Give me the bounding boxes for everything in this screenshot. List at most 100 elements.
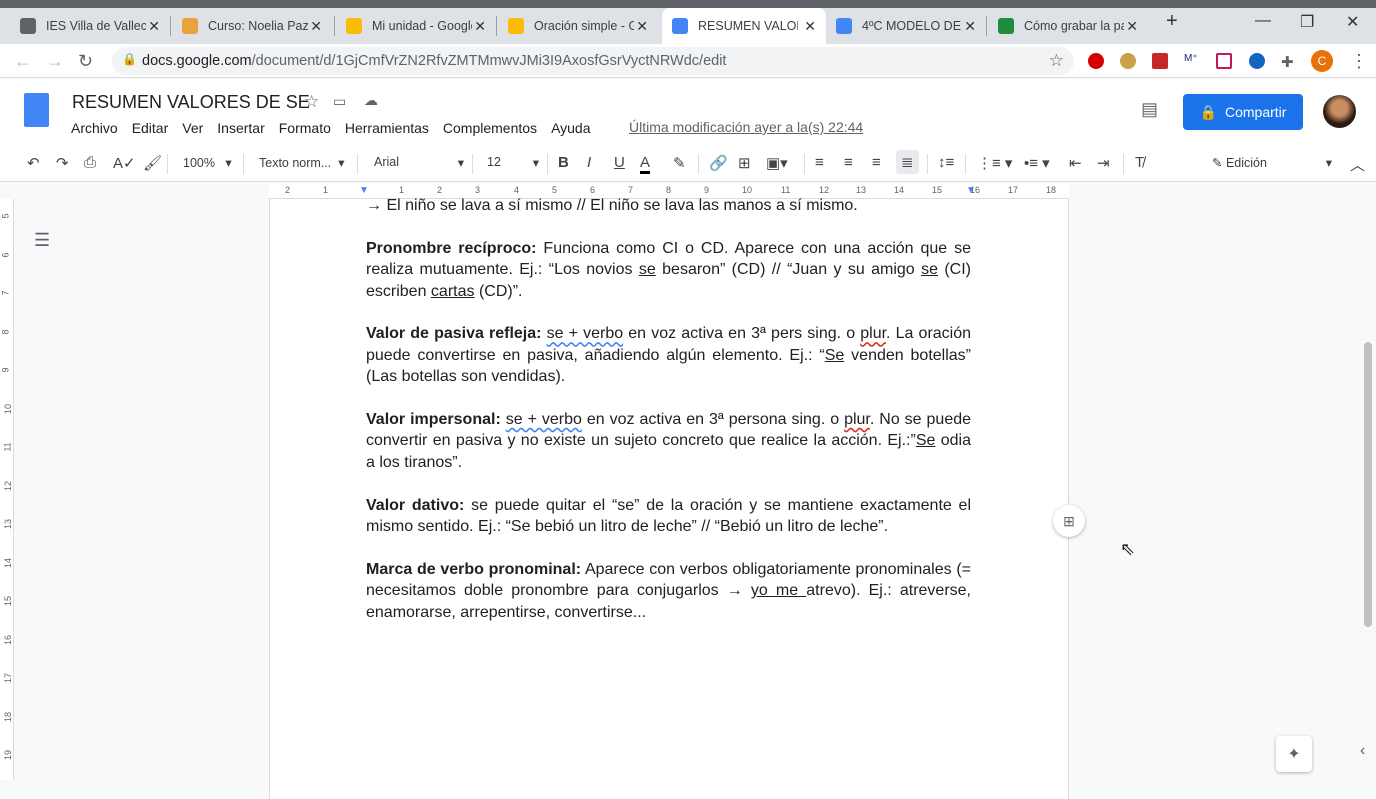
extension-icon[interactable] (1249, 53, 1265, 69)
ruler-mark: 12 (819, 185, 830, 195)
divider (927, 154, 928, 174)
align-center-icon[interactable]: ≡ (844, 154, 853, 171)
spellcheck-icon[interactable]: A✓ (113, 154, 136, 172)
forward-icon[interactable]: → (46, 51, 64, 72)
close-tab-icon[interactable]: ✕ (1126, 18, 1138, 35)
paragraph[interactable]: Valor dativo: se puede quitar el “se” de… (366, 495, 971, 538)
font-select[interactable]: Arial ▾ (374, 155, 464, 170)
clear-formatting-icon[interactable]: T̸ (1135, 154, 1144, 171)
underline-icon[interactable]: U (614, 154, 625, 171)
paragraph[interactable]: Valor impersonal: se + verbo en voz acti… (366, 409, 971, 473)
extension-icon[interactable] (1120, 53, 1136, 69)
menu-archivo[interactable]: Archivo (71, 120, 118, 136)
collapse-menu-icon[interactable]: ︿ (1350, 154, 1365, 175)
back-icon[interactable]: ← (14, 51, 32, 72)
decrease-indent-icon[interactable]: ⇤ (1069, 154, 1082, 172)
comments-icon[interactable]: ▤ (1141, 99, 1158, 120)
document-body[interactable]: → El niño se lava a sí mismo // El niño … (366, 195, 971, 644)
ruler-mark: 17 (1008, 185, 1019, 195)
reload-icon[interactable]: ↻ (78, 51, 93, 72)
browser-tab[interactable]: Oración simple - G ✕ (498, 8, 658, 44)
star-icon[interactable]: ☆ (304, 92, 319, 112)
new-tab-button[interactable]: + (1166, 10, 1178, 33)
url-input[interactable]: 🔒 docs.google.com/document/d/1GjCmfVrZN2… (112, 47, 1074, 75)
bold-icon[interactable]: B (558, 154, 569, 171)
zoom-select[interactable]: 100% ▾ (183, 155, 232, 170)
menu-ayuda[interactable]: Ayuda (551, 120, 590, 136)
align-right-icon[interactable]: ≡ (872, 154, 881, 171)
extension-icon[interactable] (1152, 53, 1168, 69)
link-icon[interactable]: 🔗 (709, 154, 728, 172)
share-button[interactable]: 🔒 Compartir (1183, 94, 1303, 130)
side-panel-toggle-icon[interactable]: ‹ (1360, 742, 1365, 760)
menu-complementos[interactable]: Complementos (443, 120, 537, 136)
opera-extension-icon[interactable] (1088, 53, 1104, 69)
browser-tab[interactable]: 4ºC MODELO DE P ✕ (826, 8, 986, 44)
highlight-icon[interactable]: ✎ (673, 154, 686, 172)
move-folder-icon[interactable]: ▭ (333, 93, 346, 110)
style-value: Texto norm... (259, 156, 332, 170)
add-comment-icon[interactable]: ⊞ (738, 154, 751, 172)
bookmark-star-icon[interactable]: ☆ (1049, 51, 1064, 71)
paragraph[interactable]: Marca de verbo pronominal: Aparece con v… (366, 559, 971, 623)
insert-image-icon[interactable]: ▣▾ (766, 154, 788, 172)
tab-divider (986, 16, 987, 36)
last-modified-link[interactable]: Última modificación ayer a la(s) 22:44 (629, 119, 863, 135)
scrollbar[interactable] (1364, 342, 1372, 627)
menu-herramientas[interactable]: Herramientas (345, 120, 429, 136)
lock-icon: 🔒 (122, 52, 137, 66)
menu-formato[interactable]: Formato (279, 120, 331, 136)
document-outline-icon[interactable]: ☰ (34, 230, 50, 251)
tab-favicon-icon (836, 18, 852, 34)
restore-button[interactable]: ❐ (1300, 12, 1314, 32)
close-tab-icon[interactable]: ✕ (804, 18, 816, 35)
menu-ver[interactable]: Ver (182, 120, 203, 136)
close-tab-icon[interactable]: ✕ (964, 18, 976, 35)
puzzle-extensions-icon[interactable]: ✚ (1281, 53, 1297, 71)
close-tab-icon[interactable]: ✕ (474, 18, 486, 35)
browser-tab[interactable]: RESUMEN VALORES ✕ (662, 8, 826, 44)
editing-mode-select[interactable]: ✎ Edición ▾ (1212, 155, 1332, 170)
menu-insertar[interactable]: Insertar (217, 120, 264, 136)
print-icon[interactable]: ⎙ (84, 154, 96, 171)
paint-format-icon[interactable]: 🖌 (143, 154, 162, 172)
user-avatar[interactable] (1323, 95, 1356, 128)
text-run: besaron” (CD) // “Juan y su amigo (655, 261, 922, 279)
font-size-select[interactable]: 12 ▾ (487, 155, 539, 170)
tab-divider (170, 16, 171, 36)
tab-label: Oración simple - G (534, 19, 634, 33)
align-left-icon[interactable]: ≡ (815, 154, 824, 171)
paragraph[interactable]: Pronombre recíproco: Funciona como CI o … (366, 238, 971, 302)
close-tab-icon[interactable]: ✕ (148, 18, 160, 35)
text-color-icon[interactable]: A (640, 154, 651, 174)
close-tab-icon[interactable]: ✕ (310, 18, 322, 35)
movistar-extension-icon[interactable]: M⁺ (1184, 53, 1200, 69)
browser-tab[interactable]: Mi unidad - Google ✕ (336, 8, 496, 44)
italic-icon[interactable]: I (587, 154, 591, 171)
menu-editar[interactable]: Editar (132, 120, 169, 136)
close-window-button[interactable]: ✕ (1346, 12, 1359, 32)
paragraph[interactable]: Valor de pasiva refleja: se + verbo en v… (366, 323, 971, 387)
undo-icon[interactable]: ↶ (27, 154, 40, 172)
paragraph[interactable]: → El niño se lava a sí mismo // El niño … (366, 195, 971, 216)
line-spacing-icon[interactable]: ↕≡ (938, 154, 954, 171)
minimize-button[interactable]: — (1255, 12, 1271, 30)
explore-button[interactable]: ✦ (1276, 736, 1312, 772)
bulleted-list-icon[interactable]: •≡ ▾ (1024, 154, 1050, 172)
tab-label: Curso: Noelia Pazo (208, 19, 308, 33)
browser-tab[interactable]: Curso: Noelia Pazo ✕ (172, 8, 332, 44)
profile-avatar[interactable]: C (1311, 50, 1333, 72)
increase-indent-icon[interactable]: ⇥ (1097, 154, 1110, 172)
document-title[interactable]: RESUMEN VALORES DE SE (72, 92, 310, 113)
browser-tab[interactable]: Cómo grabar la pa ✕ (988, 8, 1148, 44)
docs-logo-icon[interactable] (24, 93, 49, 127)
style-select[interactable]: Texto norm... ▾ (259, 155, 344, 170)
numbered-list-icon[interactable]: ⋮≡ ▾ (977, 154, 1012, 172)
extension-icon[interactable] (1216, 53, 1232, 69)
browser-menu-icon[interactable]: ⋮ (1350, 51, 1368, 72)
redo-icon[interactable]: ↷ (56, 154, 69, 172)
browser-tab[interactable]: IES Villa de Valleca ✕ (10, 8, 170, 44)
close-tab-icon[interactable]: ✕ (636, 18, 648, 35)
add-comment-button[interactable]: ⊞ (1053, 505, 1085, 537)
justify-icon[interactable]: ≣ (896, 150, 919, 174)
